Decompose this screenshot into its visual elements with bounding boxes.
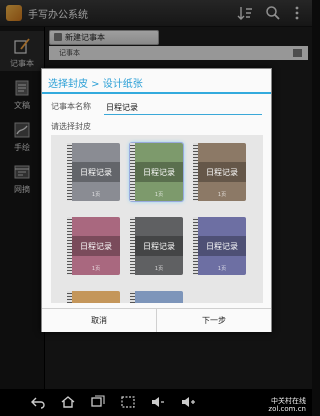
cover-page-count: 1页 xyxy=(154,266,164,272)
home-icon[interactable] xyxy=(60,395,76,409)
watermark-line2: zol.com.cn xyxy=(268,405,306,413)
cover-page-count: 1页 xyxy=(91,266,101,272)
dialog-title: 选择封皮 > 设计纸张 xyxy=(48,79,143,90)
cover-title: 日程记录 xyxy=(143,242,175,251)
back-icon[interactable] xyxy=(30,395,46,409)
cover-option[interactable]: 日程记录 1页 xyxy=(193,217,246,275)
next-step-button[interactable]: 下一步 xyxy=(157,309,271,332)
cover-select-label: 请选择封皮 xyxy=(51,122,91,131)
cover-selection-dialog: 选择封皮 > 设计纸张 记事本名称 请选择封皮 日程记录 1页 日程记录 1页 … xyxy=(41,68,272,332)
cover-page-count: 1页 xyxy=(217,266,227,272)
watermark-line1: 中关村在线 xyxy=(271,397,306,405)
cover-page-count: 1页 xyxy=(91,192,101,198)
cover-title: 日程记录 xyxy=(206,168,238,177)
cover-option[interactable]: 日程记录 1页 xyxy=(193,143,246,201)
cover-title: 日程记录 xyxy=(80,168,112,177)
watermark: 中关村在线 zol.com.cn xyxy=(268,397,306,413)
cover-title: 日程记录 xyxy=(206,242,238,251)
cover-option[interactable]: 日程记录 1页 xyxy=(130,217,183,275)
ring-binding xyxy=(67,291,72,303)
cancel-button[interactable]: 取消 xyxy=(42,309,157,332)
volume-up-icon[interactable] xyxy=(180,395,196,409)
cover-option[interactable]: 日程记录 1页 xyxy=(67,143,120,201)
notebook-name-input[interactable] xyxy=(104,101,262,115)
cover-option[interactable] xyxy=(67,291,120,303)
cover-page-count: 1页 xyxy=(154,192,164,198)
cover-option[interactable]: 日程记录 1页 xyxy=(67,217,120,275)
cover-grid: 日程记录 1页 日程记录 1页 日程记录 1页 日程记录 1页 日程记录 1页 … xyxy=(51,135,263,303)
cover-title: 日程记录 xyxy=(143,168,175,177)
cover-title: 日程记录 xyxy=(80,242,112,251)
dialog-title-divider xyxy=(42,92,271,94)
system-nav-bar: 中关村在线 zol.com.cn xyxy=(0,389,312,416)
volume-down-icon[interactable] xyxy=(150,395,166,409)
notebook-name-label: 记事本名称 xyxy=(51,102,91,111)
screenshot-icon[interactable] xyxy=(120,395,136,409)
cover-option[interactable]: 日程记录 1页 xyxy=(129,142,184,202)
cover-option[interactable] xyxy=(130,291,183,303)
ring-binding xyxy=(130,291,135,303)
recent-apps-icon[interactable] xyxy=(90,395,106,409)
dialog-button-bar: 取消 下一步 xyxy=(42,308,271,332)
cover-page-count: 1页 xyxy=(217,192,227,198)
